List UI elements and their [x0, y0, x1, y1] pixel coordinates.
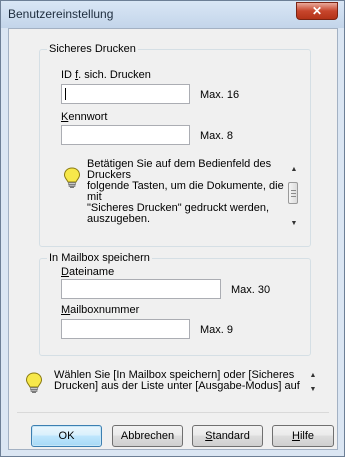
dialog-client-area: Sicheres Drucken ID f. sich. Drucken Max… — [8, 28, 338, 450]
scroll-up-arrow[interactable]: ▲ — [289, 166, 299, 174]
scroll-up-arrow[interactable]: ▲ — [308, 372, 318, 380]
mailbox-number-input[interactable] — [61, 319, 190, 339]
window-title: Benutzereinstellung — [8, 7, 114, 21]
scroll-thumb[interactable] — [288, 182, 298, 204]
bottom-hint-text: Wählen Sie [In Mailbox speichern] oder [… — [54, 369, 300, 392]
password-max: Max. 8 — [200, 130, 234, 142]
cancel-button[interactable]: Abbrechen — [112, 425, 183, 447]
scroll-down-arrow[interactable]: ▼ — [308, 386, 318, 394]
secure-print-hint-text: Betätigen Sie auf dem Bedienfeld des Dru… — [87, 158, 284, 225]
secure-print-hint-scrollbar[interactable]: ▲ ▼ — [287, 160, 301, 236]
mailbox-number-max: Max. 9 — [200, 324, 234, 336]
filename-input[interactable] — [61, 279, 221, 299]
bottom-hint-box: Wählen Sie [In Mailbox speichern] oder [… — [22, 366, 322, 402]
ok-button[interactable]: OK — [31, 425, 102, 447]
title-bar[interactable]: Benutzereinstellung ✕ — [1, 1, 344, 28]
close-button[interactable]: ✕ — [296, 2, 338, 20]
dialog-window: Benutzereinstellung ✕ Sicheres Drucken I… — [0, 0, 345, 457]
text-caret — [65, 88, 66, 100]
secure-print-id-input[interactable] — [61, 84, 190, 104]
close-icon: ✕ — [311, 4, 323, 18]
password-label: Kennwort — [61, 111, 108, 123]
standard-button[interactable]: Standard — [192, 425, 263, 447]
bottom-hint-scrollbar[interactable]: ▲ ▼ — [306, 368, 320, 400]
secure-print-group: Sicheres Drucken ID f. sich. Drucken Max… — [39, 43, 311, 247]
lightbulb-icon — [25, 372, 43, 393]
help-button[interactable]: Hilfe — [272, 425, 334, 447]
mailbox-group-title: In Mailbox speichern — [47, 252, 152, 264]
secure-print-id-label: ID f. sich. Drucken — [61, 69, 151, 81]
lightbulb-icon — [63, 167, 81, 188]
filename-label: Dateiname — [61, 266, 115, 278]
secure-print-id-max: Max. 16 — [200, 89, 240, 101]
mailbox-group: In Mailbox speichern Dateiname Max. 30 M… — [39, 252, 311, 356]
filename-max: Max. 30 — [231, 284, 271, 296]
secure-print-hint-box: Betätigen Sie auf dem Bedienfeld des Dru… — [61, 156, 304, 240]
secure-print-group-title: Sicheres Drucken — [47, 43, 138, 55]
separator — [17, 412, 329, 413]
mailbox-number-label: Mailboxnummer — [61, 304, 140, 316]
password-input[interactable] — [61, 125, 190, 145]
scroll-down-arrow[interactable]: ▼ — [289, 220, 299, 228]
